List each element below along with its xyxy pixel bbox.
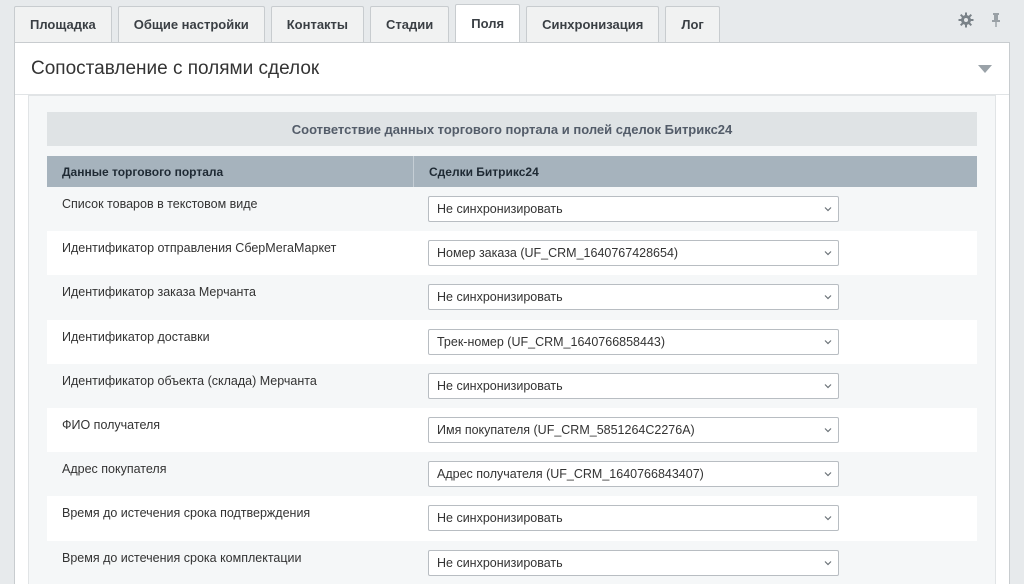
- chevron-down-icon: [824, 471, 832, 477]
- tab-stages[interactable]: Стадии: [370, 6, 450, 42]
- select-value: Трек-номер (UF_CRM_1640766858443): [437, 334, 666, 349]
- field-label: Список товаров в текстовом виде: [62, 197, 258, 211]
- table-row: Идентификатор заказа Мерчанта Не синхрон…: [47, 275, 977, 320]
- field-label: Адрес покупателя: [62, 462, 167, 477]
- column-header-portal-data: Данные торгового портала: [47, 156, 414, 187]
- field-mapping-select[interactable]: Номер заказа (UF_CRM_1640767428654): [428, 240, 839, 267]
- select-value: Не синхронизировать: [437, 511, 563, 526]
- table-row: ФИО получателя Имя покупателя (UF_CRM_58…: [47, 407, 977, 453]
- tab-label: Поля: [471, 16, 505, 31]
- table-header: Данные торгового портала Сделки Битрикс2…: [47, 156, 977, 187]
- field-label: Идентификатор заказа Мерчанта: [62, 285, 256, 300]
- table-row: Идентификатор объекта (склада) Мерчанта …: [47, 363, 977, 408]
- field-mapping-select[interactable]: Не синхронизировать: [428, 284, 839, 311]
- tab-label: Лог: [681, 17, 704, 32]
- chevron-down-icon: [824, 206, 832, 212]
- table-row: Время до истечения срока подтверждения Н…: [47, 496, 977, 541]
- mapping-rows: Список товаров в текстовом виде Не синхр…: [47, 187, 977, 584]
- tab-label: Синхронизация: [542, 17, 644, 32]
- field-label: Время до истечения срока подтверждения: [62, 506, 311, 521]
- field-mapping-select[interactable]: Не синхронизировать: [428, 372, 839, 399]
- table-row: Идентификатор отправления СберМегаМаркет…: [47, 231, 977, 276]
- chevron-down-icon: [824, 560, 832, 566]
- tab-bar: Площадка Общие настройки Контакты Стадии…: [14, 4, 726, 42]
- select-value: Не синхронизировать: [437, 555, 563, 570]
- column-header-bitrix-deals: Сделки Битрикс24: [429, 164, 539, 179]
- select-value: Адрес получателя (UF_CRM_1640766843407): [437, 467, 704, 482]
- field-label: ФИО получателя: [62, 417, 161, 432]
- field-mapping-select[interactable]: Не синхронизировать: [428, 505, 839, 532]
- field-label: Время до истечения срока комплектации: [62, 550, 302, 565]
- panel-body: Соответствие данных торгового портала и …: [28, 95, 996, 584]
- field-mapping-select[interactable]: Не синхронизировать: [428, 549, 839, 576]
- field-label: Идентификатор объекта (склада) Мерчанта: [62, 373, 317, 388]
- field-label: Идентификатор доставки: [62, 329, 210, 344]
- fields-mapping-panel: Сопоставление с полями сделок Соответств…: [14, 42, 1010, 584]
- tab-contacts[interactable]: Контакты: [270, 6, 365, 42]
- tab-fields[interactable]: Поля: [455, 4, 521, 42]
- field-mapping-select[interactable]: Трек-номер (UF_CRM_1640766858443): [428, 328, 839, 355]
- chevron-down-icon: [824, 515, 832, 521]
- field-mapping-select[interactable]: Не синхронизировать: [428, 196, 839, 223]
- tab-sync[interactable]: Синхронизация: [526, 6, 660, 42]
- tab-label: Стадии: [386, 17, 434, 32]
- panel-title: Сопоставление с полями сделок: [31, 57, 320, 79]
- select-value: Не синхронизировать: [437, 202, 563, 217]
- select-value: Не синхронизировать: [437, 378, 563, 393]
- select-value: Номер заказа (UF_CRM_1640767428654): [437, 246, 679, 261]
- select-value: Имя покупателя (UF_CRM_5851264C2276A): [437, 423, 695, 438]
- tab-general-settings[interactable]: Общие настройки: [117, 6, 265, 42]
- field-mapping-select[interactable]: Адрес получателя (UF_CRM_1640766843407): [428, 461, 839, 488]
- table-row: Адрес покупателя Адрес получателя (UF_CR…: [47, 452, 977, 497]
- section-title: Соответствие данных торгового портала и …: [47, 112, 977, 146]
- chevron-down-icon: [824, 294, 832, 300]
- table-row: Список товаров в текстовом виде Не синхр…: [47, 187, 977, 232]
- collapse-arrow-icon[interactable]: [977, 64, 993, 74]
- table-row: Время до истечения срока комплектации Не…: [47, 540, 977, 584]
- field-mapping-select[interactable]: Имя покупателя (UF_CRM_5851264C2276A): [428, 417, 839, 444]
- chevron-down-icon: [824, 339, 832, 345]
- pin-icon[interactable]: [988, 12, 1004, 28]
- tab-ploshchadka[interactable]: Площадка: [14, 6, 112, 42]
- tab-label: Общие настройки: [133, 17, 249, 32]
- chevron-down-icon: [824, 383, 832, 389]
- tab-label: Площадка: [30, 17, 96, 32]
- tab-log[interactable]: Лог: [665, 6, 720, 42]
- select-value: Не синхронизировать: [437, 290, 563, 305]
- field-label: Идентификатор отправления СберМегаМаркет: [62, 241, 337, 256]
- chevron-down-icon: [824, 427, 832, 433]
- gear-icon[interactable]: [958, 12, 974, 28]
- tab-tools: [958, 12, 1004, 28]
- panel-header[interactable]: Сопоставление с полями сделок: [15, 43, 1009, 95]
- tab-label: Контакты: [286, 17, 349, 32]
- chevron-down-icon: [824, 250, 832, 256]
- table-row: Идентификатор доставки Трек-номер (UF_CR…: [47, 319, 977, 364]
